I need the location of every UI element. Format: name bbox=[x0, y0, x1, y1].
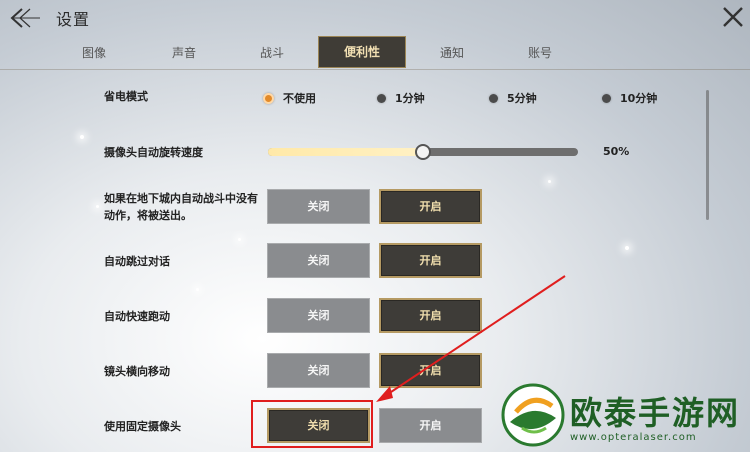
close-button[interactable] bbox=[722, 6, 744, 28]
power-saving-label: 省电模式 bbox=[104, 90, 148, 103]
slider-handle[interactable] bbox=[415, 144, 431, 160]
auto-skip-dialog-label: 自动跳过对话 bbox=[104, 255, 170, 268]
sparkle bbox=[196, 288, 199, 291]
radio-option-label: 1分钟 bbox=[395, 92, 425, 105]
sparkle bbox=[625, 246, 629, 250]
camera-rotate-speed-label: 摄像头自动旋转速度 bbox=[104, 146, 203, 159]
auto-combat-kick-on-button[interactable]: 开启 bbox=[379, 189, 482, 224]
slider-value-text: 50% bbox=[603, 145, 630, 158]
camera-speed-slider[interactable] bbox=[268, 144, 578, 160]
radio-selected-icon bbox=[263, 92, 274, 104]
radio-unselected-icon bbox=[602, 93, 611, 103]
tab-bar: 图像 声音 战斗 便利性 通知 账号 bbox=[0, 36, 750, 70]
tab-graphics[interactable]: 图像 bbox=[50, 38, 138, 68]
fixed-camera-on-button[interactable]: 开启 bbox=[379, 408, 482, 443]
radio-option-5min[interactable]: 5分钟 bbox=[489, 90, 537, 106]
auto-combat-kick-off-button[interactable]: 关闭 bbox=[267, 189, 370, 224]
tab-combat[interactable]: 战斗 bbox=[228, 38, 316, 68]
tab-notification[interactable]: 通知 bbox=[408, 38, 496, 68]
sparkle bbox=[96, 205, 99, 208]
auto-combat-kick-label: 如果在地下城内自动战斗中没有动作，将被送出。 bbox=[104, 192, 258, 222]
page-title: 设置 bbox=[56, 10, 91, 29]
radio-option-10min[interactable]: 10分钟 bbox=[602, 90, 657, 106]
back-button[interactable] bbox=[8, 6, 42, 30]
back-chevron-icon bbox=[10, 8, 40, 28]
radio-unselected-icon bbox=[489, 93, 498, 103]
radio-unselected-icon bbox=[377, 93, 386, 103]
sparkle bbox=[548, 180, 551, 183]
fixed-camera-label: 使用固定摄像头 bbox=[104, 420, 181, 433]
radio-option-label: 10分钟 bbox=[620, 92, 658, 105]
watermark-logo bbox=[500, 382, 566, 448]
tab-account[interactable]: 账号 bbox=[496, 38, 584, 68]
camera-pan-on-button[interactable]: 开启 bbox=[379, 353, 482, 388]
slider-fill bbox=[268, 148, 423, 156]
radio-option-label: 不使用 bbox=[283, 92, 316, 105]
auto-sprint-label: 自动快速跑动 bbox=[104, 310, 170, 323]
annotation-highlight-box bbox=[251, 400, 373, 448]
auto-sprint-on-button[interactable]: 开启 bbox=[379, 298, 482, 333]
scrollbar[interactable] bbox=[706, 90, 709, 220]
radio-option-1min[interactable]: 1分钟 bbox=[377, 90, 425, 106]
auto-skip-dialog-off-button[interactable]: 关闭 bbox=[267, 243, 370, 278]
radio-option-off[interactable]: 不使用 bbox=[263, 90, 316, 106]
close-icon bbox=[723, 7, 743, 27]
camera-pan-label: 镜头横向移动 bbox=[104, 365, 170, 378]
auto-skip-dialog-on-button[interactable]: 开启 bbox=[379, 243, 482, 278]
radio-option-label: 5分钟 bbox=[507, 92, 537, 105]
sparkle bbox=[80, 135, 84, 139]
tab-sound[interactable]: 声音 bbox=[140, 38, 228, 68]
watermark-brand-text: 欧泰手游网 bbox=[570, 394, 741, 432]
auto-sprint-off-button[interactable]: 关闭 bbox=[267, 298, 370, 333]
camera-pan-off-button[interactable]: 关闭 bbox=[267, 353, 370, 388]
sparkle bbox=[238, 238, 241, 241]
tab-convenience[interactable]: 便利性 bbox=[318, 36, 406, 68]
watermark-url: www.opteralaser.com bbox=[570, 432, 697, 443]
